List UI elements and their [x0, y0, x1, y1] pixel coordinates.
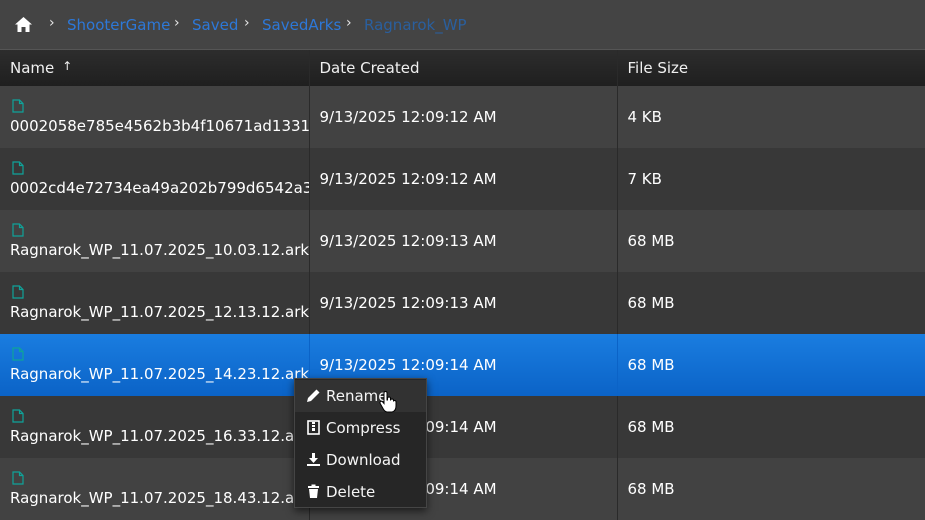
hand-pointer-icon: [379, 391, 397, 413]
file-icon: [12, 161, 24, 175]
home-icon[interactable]: [14, 16, 33, 33]
file-name-cell[interactable]: Ragnarok_WP_11.07.2025_18.43.12.ark: [0, 458, 310, 520]
context-menu-download[interactable]: Download: [295, 444, 426, 476]
file-size-cell: 4 KB: [617, 86, 925, 148]
table-row[interactable]: Ragnarok_WP_11.07.2025_14.23.12.ark 9/13/…: [0, 334, 925, 396]
table-row[interactable]: Ragnarok_WP_11.07.2025_10.03.12.ark 9/13/…: [0, 210, 925, 272]
file-name-cell[interactable]: 0002058e785e4562b3b4f10671ad1331.ark: [0, 86, 310, 148]
chevron-right-icon: ›: [244, 15, 250, 31]
file-name-cell[interactable]: Ragnarok_WP_11.07.2025_12.13.12.ark: [0, 272, 310, 334]
date-created-cell: 9/13/2025 12:09:12 AM: [309, 148, 618, 210]
file-icon: [12, 285, 24, 299]
context-menu: Rename Compress Download Delete: [294, 378, 427, 508]
column-header-date-created[interactable]: Date Created: [309, 50, 618, 86]
table-row[interactable]: Ragnarok_WP_11.07.2025_16.33.12.ark9/13/…: [0, 396, 925, 458]
breadcrumb-current: Ragnarok_WP: [364, 16, 467, 34]
file-size-cell: 68 MB: [617, 210, 925, 272]
file-name: Ragnarok_WP_11.07.2025_12.13.12.ark: [10, 303, 309, 321]
download-icon: [307, 453, 320, 466]
chevron-right-icon: ›: [346, 15, 352, 31]
date-created-cell: 9/13/2025 12:09:12 AM: [309, 86, 618, 148]
file-size-cell: 68 MB: [617, 272, 925, 334]
file-icon: [12, 347, 24, 361]
file-name: Ragnarok_WP_11.07.2025_10.03.12.ark: [10, 241, 309, 259]
trash-icon: [308, 484, 319, 498]
date-created-cell: 9/13/2025 12:09:13 AM: [309, 272, 618, 334]
file-size-cell: 68 MB: [617, 334, 925, 396]
file-name-cell[interactable]: Ragnarok_WP_11.07.2025_16.33.12.ark: [0, 396, 310, 458]
context-menu-delete[interactable]: Delete: [295, 476, 426, 508]
file-icon: [12, 99, 24, 113]
column-header-label: File Size: [627, 59, 689, 77]
file-icon: [12, 471, 24, 485]
file-name: Ragnarok_WP_11.07.2025_18.43.12.ark: [10, 489, 309, 507]
table-header-row: Name ↑ Date Created File Size: [0, 50, 925, 86]
context-menu-label: Compress: [326, 419, 401, 437]
archive-icon: [307, 420, 320, 435]
breadcrumb-link-shootergame[interactable]: ShooterGame: [67, 16, 170, 34]
pencil-icon: [307, 389, 320, 402]
context-menu-label: Delete: [326, 483, 376, 501]
chevron-right-icon: ›: [174, 15, 180, 31]
file-table: Name ↑ Date Created File Size 0002058e785…: [0, 50, 925, 520]
file-size-cell: 68 MB: [617, 396, 925, 458]
file-name: 0002058e785e4562b3b4f10671ad1331.ark: [10, 117, 309, 135]
file-size-cell: 68 MB: [617, 458, 925, 520]
sort-ascending-icon: ↑: [62, 59, 73, 73]
table-row[interactable]: Ragnarok_WP_11.07.2025_18.43.12.ark9/13/…: [0, 458, 925, 520]
file-icon: [12, 409, 24, 423]
file-name: 0002cd4e72734ea49a202b799d6542a3.ark: [10, 179, 309, 197]
column-header-label: Name: [10, 59, 55, 77]
date-created-cell: 9/13/2025 12:09:13 AM: [309, 210, 618, 272]
file-name: Ragnarok_WP_11.07.2025_14.23.12.ark: [10, 365, 309, 383]
context-menu-label: Download: [326, 451, 401, 469]
breadcrumb-link-saved[interactable]: Saved: [192, 16, 238, 34]
table-row[interactable]: Ragnarok_WP_11.07.2025_12.13.12.ark 9/13/…: [0, 272, 925, 334]
column-header-label: Date Created: [319, 59, 420, 77]
column-header-file-size[interactable]: File Size: [617, 50, 925, 86]
file-name: Ragnarok_WP_11.07.2025_16.33.12.ark: [10, 427, 309, 445]
file-name-cell[interactable]: 0002cd4e72734ea49a202b799d6542a3.ark: [0, 148, 310, 210]
file-size-cell: 7 KB: [617, 148, 925, 210]
column-header-name[interactable]: Name ↑: [0, 50, 310, 86]
context-menu-rename[interactable]: Rename: [295, 380, 426, 412]
breadcrumb-link-savedarks[interactable]: SavedArks: [262, 16, 341, 34]
file-name-cell[interactable]: Ragnarok_WP_11.07.2025_14.23.12.ark: [0, 334, 310, 396]
table-row[interactable]: 0002058e785e4562b3b4f10671ad1331.ark 9/13…: [0, 86, 925, 148]
context-menu-compress[interactable]: Compress: [295, 412, 426, 444]
chevron-right-icon: ›: [49, 15, 55, 31]
file-icon: [12, 223, 24, 237]
file-name-cell[interactable]: Ragnarok_WP_11.07.2025_10.03.12.ark: [0, 210, 310, 272]
table-row[interactable]: 0002cd4e72734ea49a202b799d6542a3.ark 9/13…: [0, 148, 925, 210]
breadcrumb: › ShooterGame › Saved › SavedArks › Ragn…: [0, 0, 925, 50]
